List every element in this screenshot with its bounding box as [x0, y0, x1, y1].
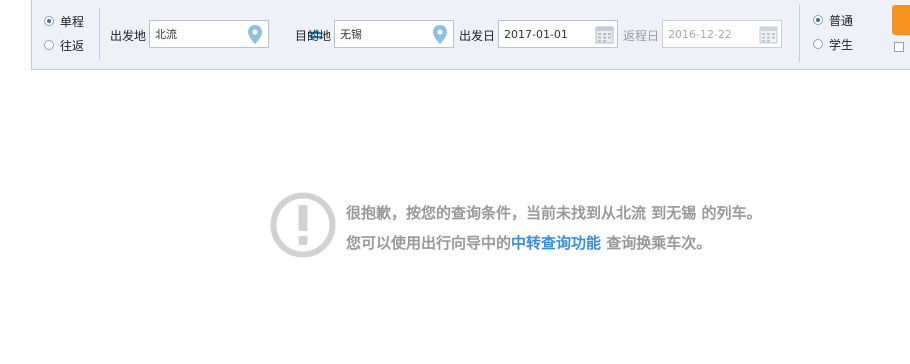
divider: [799, 4, 800, 62]
radio-adult[interactable]: 普通: [813, 12, 853, 28]
radio-one-way[interactable]: 单程: [44, 13, 84, 29]
query-button[interactable]: [892, 5, 910, 35]
return-date-value: 2016-12-22: [668, 27, 732, 41]
radio-round-trip[interactable]: 往返: [44, 37, 84, 53]
radio-label: 普通: [829, 13, 854, 28]
location-pin-icon[interactable]: [433, 25, 447, 44]
depart-date-value: 2017-01-01: [504, 27, 568, 41]
calendar-icon[interactable]: [595, 25, 614, 44]
radio-button[interactable]: [813, 39, 823, 49]
return-date-label: 返程日: [623, 29, 660, 43]
no-results-message: 很抱歉，按您的查询条件，当前未找到从北流 到无锡 的列车。您可以使用出行向导中的…: [346, 198, 776, 258]
to-station-value: 无锡: [340, 28, 362, 41]
location-pin-icon[interactable]: [248, 25, 262, 44]
radio-label: 单程: [60, 14, 85, 29]
depart-date-label: 出发日: [459, 29, 496, 43]
option-checkbox[interactable]: [894, 42, 904, 52]
return-date-input[interactable]: 2016-12-22: [662, 20, 782, 48]
exclamation-icon: [270, 192, 336, 258]
radio-button[interactable]: [44, 16, 54, 26]
calendar-icon[interactable]: [759, 25, 778, 44]
transfer-query-link[interactable]: 中转查询功能: [511, 234, 601, 252]
radio-button[interactable]: [813, 15, 823, 25]
divider: [99, 8, 100, 60]
from-station-input[interactable]: 北流: [149, 20, 269, 48]
message-text: 查询换乘车次。: [601, 234, 712, 252]
search-bar: 单程 往返 出发地 北流 目的地 无锡 出发日 2017-01-01 返程日 2…: [31, 0, 910, 70]
radio-label: 往返: [60, 38, 85, 53]
radio-student[interactable]: 学生: [813, 36, 853, 52]
to-label: 目的地: [295, 29, 332, 43]
radio-button[interactable]: [44, 40, 54, 50]
from-label: 出发地: [110, 29, 147, 43]
to-station-input[interactable]: 无锡: [334, 20, 454, 48]
from-station-value: 北流: [155, 28, 177, 41]
depart-date-input[interactable]: 2017-01-01: [498, 20, 618, 48]
radio-label: 学生: [829, 37, 854, 52]
